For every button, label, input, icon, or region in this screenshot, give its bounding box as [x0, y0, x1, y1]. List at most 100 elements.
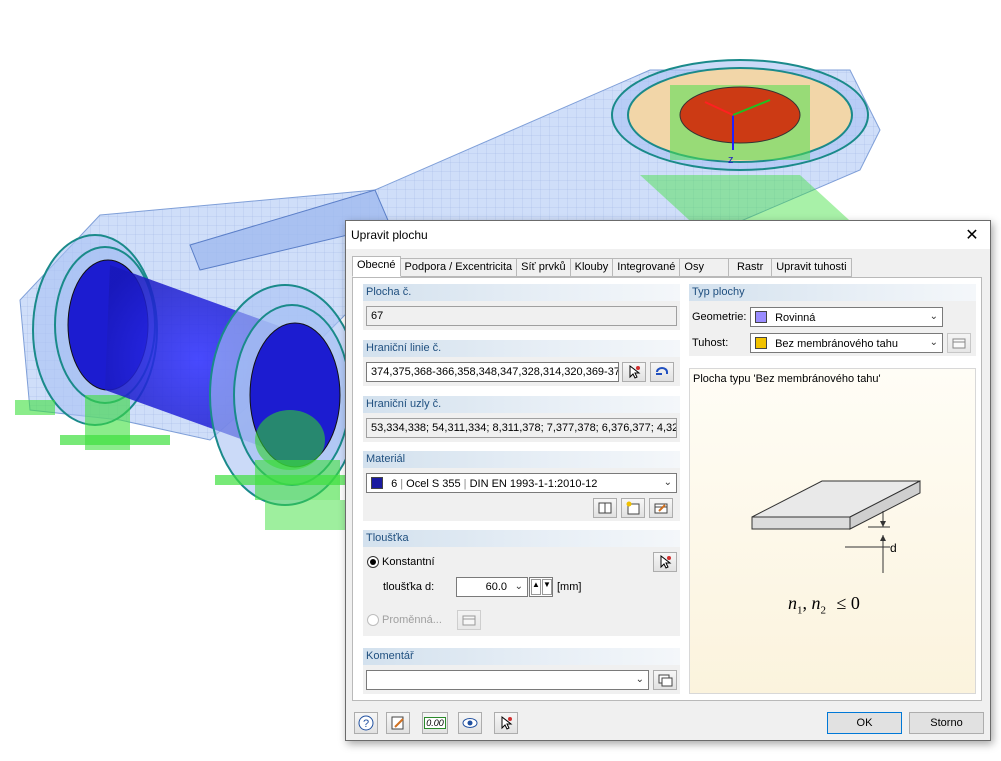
group-komentar-header: Komentář [363, 648, 680, 665]
eye-icon [462, 718, 478, 728]
thickness-spinner[interactable]: ▲ ▼ [529, 577, 553, 597]
edit-note-icon [391, 716, 404, 730]
formula-sub2: 2 [820, 604, 827, 617]
tab-strip: Obecné Podpora / Excentricita Síť prvků … [352, 256, 852, 277]
boundary-lines-input[interactable]: 374,375,368-366,358,348,347,328,314,320,… [366, 362, 619, 382]
geometry-label: Geometrie: [692, 311, 747, 323]
comment-input[interactable]: ⌄ [366, 670, 649, 690]
chevron-down-icon: ⌄ [929, 311, 938, 322]
constant-thickness-label: Konstantní [382, 556, 435, 568]
edit-table-icon [952, 338, 966, 349]
pick-cursor-icon [660, 554, 672, 569]
chevron-down-icon: ⌄ [514, 581, 523, 592]
group-material-header: Materiál [363, 451, 680, 468]
group-typ-plochy-header: Typ plochy [689, 284, 976, 301]
geometry-color-swatch [755, 311, 767, 323]
spinner-up-icon[interactable]: ▲ [531, 579, 541, 595]
group-tloustka-header: Tloušťka [363, 530, 680, 547]
pick-cursor-icon [629, 364, 641, 379]
tab-integrovane[interactable]: Integrované [613, 258, 681, 277]
group-hranicni-uzly-header: Hraniční uzly č. [363, 396, 680, 413]
edit-material-button[interactable] [649, 498, 673, 518]
stiffness-label: Tuhost: [692, 337, 729, 349]
cancel-button[interactable]: Storno [909, 712, 984, 734]
loop-arrow-icon [656, 367, 668, 375]
formula-n1: n [788, 593, 797, 613]
formula-n2: n [811, 593, 821, 613]
group-hranicni-linie: Hraniční linie č. 374,375,368-366,358,34… [363, 340, 680, 386]
numeric-icon: 0.00 [424, 717, 446, 729]
chevron-down-icon: ⌄ [663, 477, 672, 488]
stiffness-select[interactable]: Bez membránového tahu ⌄ [750, 333, 943, 353]
spinner-down-icon[interactable]: ▼ [542, 579, 552, 595]
tab-podpora-excentricita[interactable]: Podpora / Excentricita [400, 258, 518, 277]
new-item-icon [626, 501, 640, 515]
material-library-button[interactable] [593, 498, 617, 518]
edit-table-icon [462, 615, 476, 626]
reverse-lines-button[interactable] [650, 362, 674, 382]
membrane-formula: n1, n2 ≤ 0 [788, 593, 860, 617]
view-button[interactable] [458, 712, 482, 734]
material-select[interactable]: 6 | Ocel S 355 | DIN EN 1993-1-1:2010-12… [366, 473, 677, 493]
svg-text:?: ? [363, 718, 369, 730]
edit-table-icon [654, 503, 668, 514]
stiffness-edit-button[interactable] [947, 333, 971, 353]
material-number: 6 [391, 478, 398, 490]
tab-sit-prvku[interactable]: Síť prvků [517, 258, 571, 277]
help-button[interactable]: ? [354, 712, 378, 734]
thickness-d-label: tloušťka d: [383, 581, 435, 593]
chevron-down-icon: ⌄ [635, 674, 644, 685]
thickness-unit: [mm] [557, 581, 582, 593]
group-hranicni-linie-header: Hraniční linie č. [363, 340, 680, 357]
geometry-select[interactable]: Rovinná ⌄ [750, 307, 943, 327]
material-name: Ocel S 355 [406, 478, 461, 490]
geometry-value: Rovinná [775, 312, 816, 324]
stiffness-value: Bez membránového tahu [775, 338, 898, 350]
tab-upravit-tuhosti[interactable]: Upravit tuhosti [772, 258, 852, 277]
boundary-nodes-field: 53,334,338; 54,311,334; 8,311,378; 7,377… [366, 418, 677, 438]
comment-library-icon [658, 674, 673, 687]
group-typ-plochy: Typ plochy Geometrie: Rovinná ⌄ Tuhost: … [689, 284, 976, 356]
ok-button[interactable]: OK [827, 712, 902, 734]
new-material-button[interactable] [621, 498, 645, 518]
stiffness-color-swatch [755, 337, 767, 349]
numeric-format-button[interactable]: 0.00 [422, 712, 448, 734]
variable-thickness-edit-button[interactable] [457, 610, 481, 630]
dialog-title: Upravit plochu [351, 228, 428, 242]
group-material: Materiál 6 | Ocel S 355 | DIN EN 1993-1-… [363, 451, 680, 521]
material-color-swatch [371, 477, 383, 489]
tab-panel-obecne: Plocha č. 67 Hraniční linie č. 374,375,3… [352, 277, 982, 701]
group-tloustka: Tloušťka Konstantní tloušťka d: 60.0 ⌄ ▲… [363, 530, 680, 636]
pick-button[interactable] [494, 712, 518, 734]
thickness-d-input[interactable]: 60.0 ⌄ [456, 577, 528, 597]
formula-sub1: 1 [797, 604, 803, 617]
surface-type-preview: Plocha typu 'Bez membránového tahu' d n1… [689, 368, 976, 694]
dialog-titlebar: Upravit plochu ✕ [346, 221, 990, 249]
group-komentar: Komentář ⌄ [363, 648, 680, 694]
edit-surface-dialog: Upravit plochu ✕ Obecné Podpora / Excent… [345, 220, 991, 741]
help-icon: ? [358, 715, 374, 731]
right-disc-assembly [209, 284, 361, 530]
book-icon [598, 502, 612, 514]
chevron-down-icon: ⌄ [929, 337, 938, 348]
group-plocha: Plocha č. 67 [363, 284, 680, 330]
pick-lines-button[interactable] [622, 362, 646, 382]
tab-obecne[interactable]: Obecné [352, 256, 401, 277]
pick-cursor-icon [501, 715, 513, 730]
thickness-pick-button[interactable] [653, 552, 677, 572]
edit-notes-button[interactable] [386, 712, 410, 734]
tab-klouby[interactable]: Klouby [570, 258, 614, 277]
plocha-number-field: 67 [366, 306, 677, 326]
variable-thickness-radio[interactable] [367, 614, 379, 626]
comment-library-button[interactable] [653, 670, 677, 690]
close-icon[interactable]: ✕ [962, 225, 982, 245]
thickness-d-value: 60.0 [485, 581, 507, 593]
plate-diagram: d [751, 480, 921, 573]
dimension-d-label: d [890, 541, 897, 555]
formula-rest: ≤ 0 [836, 593, 860, 613]
tab-osy[interactable]: Osy [680, 258, 729, 277]
group-hranicni-uzly: Hraniční uzly č. 53,334,338; 54,311,334;… [363, 396, 680, 442]
tab-rastr[interactable]: Rastr [728, 258, 773, 277]
constant-thickness-radio[interactable] [367, 556, 379, 568]
material-norm: DIN EN 1993-1-1:2010-12 [469, 478, 598, 490]
